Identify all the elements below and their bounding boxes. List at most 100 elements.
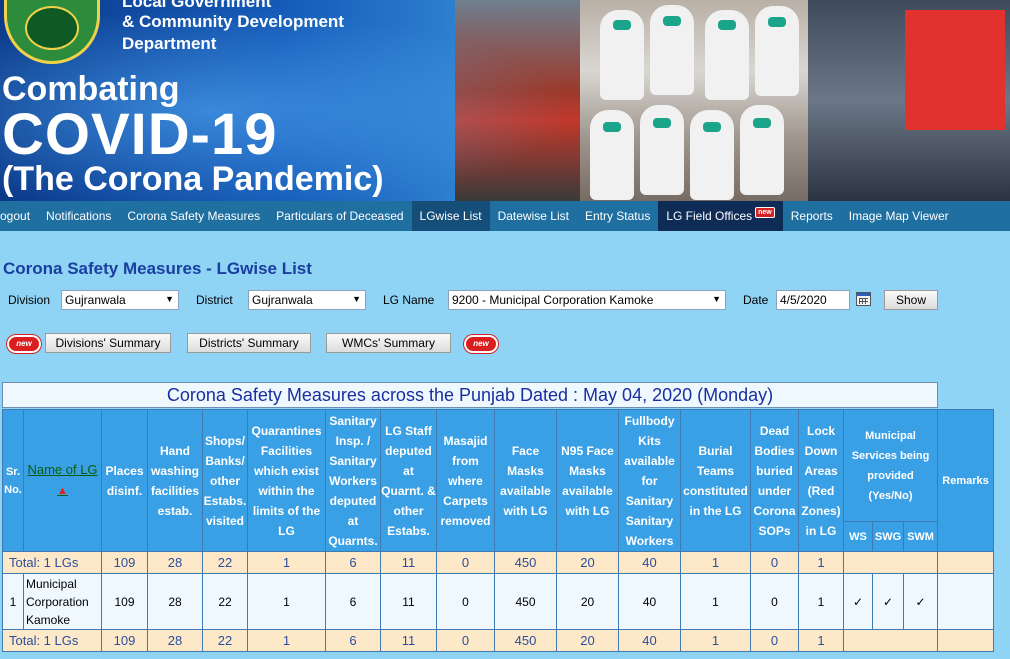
nav-reports[interactable]: Reports — [783, 201, 841, 231]
total-cell: 109 — [101, 629, 148, 652]
total-remarks-cell — [937, 629, 995, 652]
total-cell: 6 — [325, 551, 381, 574]
total-cell: 1 — [798, 629, 844, 652]
total-cell: 1 — [798, 551, 844, 574]
row-sr: 1 — [2, 573, 24, 630]
table-total-row: Total: 1 LGs 109 28 22 1 6 11 0 450 20 4… — [2, 629, 995, 652]
col-hand-washing: Hand washing facilities estab. — [147, 409, 203, 552]
total-cell: 40 — [618, 551, 681, 574]
row-cell: 6 — [325, 573, 381, 630]
main-nav: ogout Notifications Corona Safety Measur… — [0, 201, 1010, 231]
nav-particulars-of-deceased[interactable]: Particulars of Deceased — [268, 201, 411, 231]
header-banner: Local Government & Community Development… — [0, 0, 1010, 201]
dept-line-2: & Community Development — [122, 12, 344, 31]
total-cell: 450 — [494, 551, 557, 574]
total-cell: 28 — [147, 629, 203, 652]
nav-image-map-viewer[interactable]: Image Map Viewer — [841, 201, 957, 231]
dept-line-1: Local Government — [122, 0, 272, 11]
total-cell: 109 — [101, 551, 148, 574]
total-label: Total: 1 LGs — [2, 551, 102, 574]
col-sanitary-workers: Sanitary Insp. / Sanitary Workers depute… — [325, 409, 381, 552]
row-cell: 0 — [750, 573, 799, 630]
new-badge-icon: new — [755, 206, 775, 218]
division-label: Division — [8, 293, 51, 307]
total-cell: 1 — [680, 629, 751, 652]
col-sr-no: Sr. No. — [2, 409, 24, 552]
nav-lgwise-list[interactable]: LGwise List — [411, 201, 490, 231]
date-input[interactable]: 4/5/2020 — [776, 290, 850, 310]
swg-check-icon: ✓ — [872, 573, 904, 630]
col-shops-visited: Shops/ Banks/ other Estabs. visited — [202, 409, 248, 552]
total-cell: 0 — [750, 551, 799, 574]
workers-ppe-photo — [580, 0, 810, 201]
row-remarks — [937, 573, 995, 630]
new-badge-icon: new — [466, 337, 496, 351]
col-face-masks: Face Masks available with LG — [494, 409, 557, 552]
col-municipal-services: Municipal Services being provided (Yes/N… — [842, 409, 939, 522]
table-row: 1 Municipal Corporation Kamoke 109 28 22… — [2, 573, 995, 630]
col-fullbody-kits: Fullbody Kits available for Sanitary San… — [618, 409, 681, 552]
chevron-down-icon: ▼ — [352, 294, 361, 304]
nav-notifications[interactable]: Notifications — [38, 201, 119, 231]
table-caption: Corona Safety Measures across the Punjab… — [2, 382, 938, 408]
divisions-summary-button[interactable]: Divisions' Summary — [45, 333, 171, 353]
col-swm: SWM — [902, 521, 939, 552]
table-total-row: Total: 1 LGs 109 28 22 1 6 11 0 450 20 4… — [2, 551, 995, 574]
total-cell: 28 — [147, 551, 203, 574]
districts-summary-button[interactable]: Districts' Summary — [187, 333, 311, 353]
total-cell: 0 — [436, 551, 495, 574]
col-places-disinf: Places disinf. — [101, 409, 148, 552]
row-cell: 20 — [556, 573, 619, 630]
col-n95-masks: N95 Face Masks available with LG — [556, 409, 619, 552]
col-lg-staff: LG Staff deputed at Quarnt. & other Esta… — [380, 409, 437, 552]
total-cell: 450 — [494, 629, 557, 652]
row-cell: 22 — [202, 573, 248, 630]
wmcs-summary-button[interactable]: WMCs' Summary — [326, 333, 451, 353]
row-lg-name: Municipal Corporation Kamoke — [23, 573, 102, 630]
total-cell: 20 — [556, 629, 619, 652]
total-cell: 22 — [202, 551, 248, 574]
measures-table: Sr. No. Name of LG ▲ Places disinf. Hand… — [2, 409, 995, 652]
calendar-icon[interactable] — [856, 292, 871, 306]
total-cell: 6 — [325, 629, 381, 652]
total-cell: 0 — [436, 629, 495, 652]
total-cell: 1 — [247, 551, 326, 574]
filter-bar: Division Gujranwala ▼ District Gujranwal… — [8, 290, 1008, 312]
nav-corona-safety-measures[interactable]: Corona Safety Measures — [119, 201, 268, 231]
lg-name-select[interactable]: 9200 - Municipal Corporation Kamoke ▼ — [448, 290, 726, 310]
row-cell: 28 — [147, 573, 203, 630]
district-select-value: Gujranwala — [252, 293, 313, 307]
nav-lg-field-offices[interactable]: LG Field Offices new — [658, 201, 783, 231]
total-cell: 1 — [247, 629, 326, 652]
nav-lg-field-offices-label: LG Field Offices — [666, 209, 753, 223]
new-badge-icon: new — [9, 337, 39, 351]
col-name-of-lg[interactable]: Name of LG ▲ — [23, 409, 102, 552]
row-cell: 40 — [618, 573, 681, 630]
total-cell: 1 — [680, 551, 751, 574]
row-cell: 450 — [494, 573, 557, 630]
nav-logout[interactable]: ogout — [0, 201, 38, 231]
division-select[interactable]: Gujranwala ▼ — [61, 290, 179, 310]
nav-entry-status[interactable]: Entry Status — [577, 201, 658, 231]
lg-name-select-value: 9200 - Municipal Corporation Kamoke — [452, 293, 654, 307]
col-remarks: Remarks — [937, 409, 995, 552]
col-name-of-lg-label: Name of LG — [27, 462, 98, 477]
nav-datewise-list[interactable]: Datewise List — [490, 201, 577, 231]
district-label: District — [196, 293, 233, 307]
total-cell: 22 — [202, 629, 248, 652]
total-remarks-cell — [937, 551, 995, 574]
show-button[interactable]: Show — [884, 290, 938, 310]
col-quarantine-facilities: Quarantines Facilities which exist withi… — [247, 409, 326, 552]
banner-title-covid: COVID-19 — [2, 102, 278, 167]
total-cell: 11 — [380, 551, 437, 574]
district-select[interactable]: Gujranwala ▼ — [248, 290, 366, 310]
total-cell: 0 — [750, 629, 799, 652]
row-cell: 109 — [101, 573, 148, 630]
total-cell: 11 — [380, 629, 437, 652]
col-lockdown-areas: Lock Down Areas (Red Zones) in LG — [798, 409, 844, 552]
row-cell: 0 — [436, 573, 495, 630]
date-label: Date — [743, 293, 769, 307]
sort-up-icon[interactable]: ▲ — [57, 485, 68, 497]
chevron-down-icon: ▼ — [712, 294, 721, 304]
dept-line-3: Department — [122, 34, 217, 53]
